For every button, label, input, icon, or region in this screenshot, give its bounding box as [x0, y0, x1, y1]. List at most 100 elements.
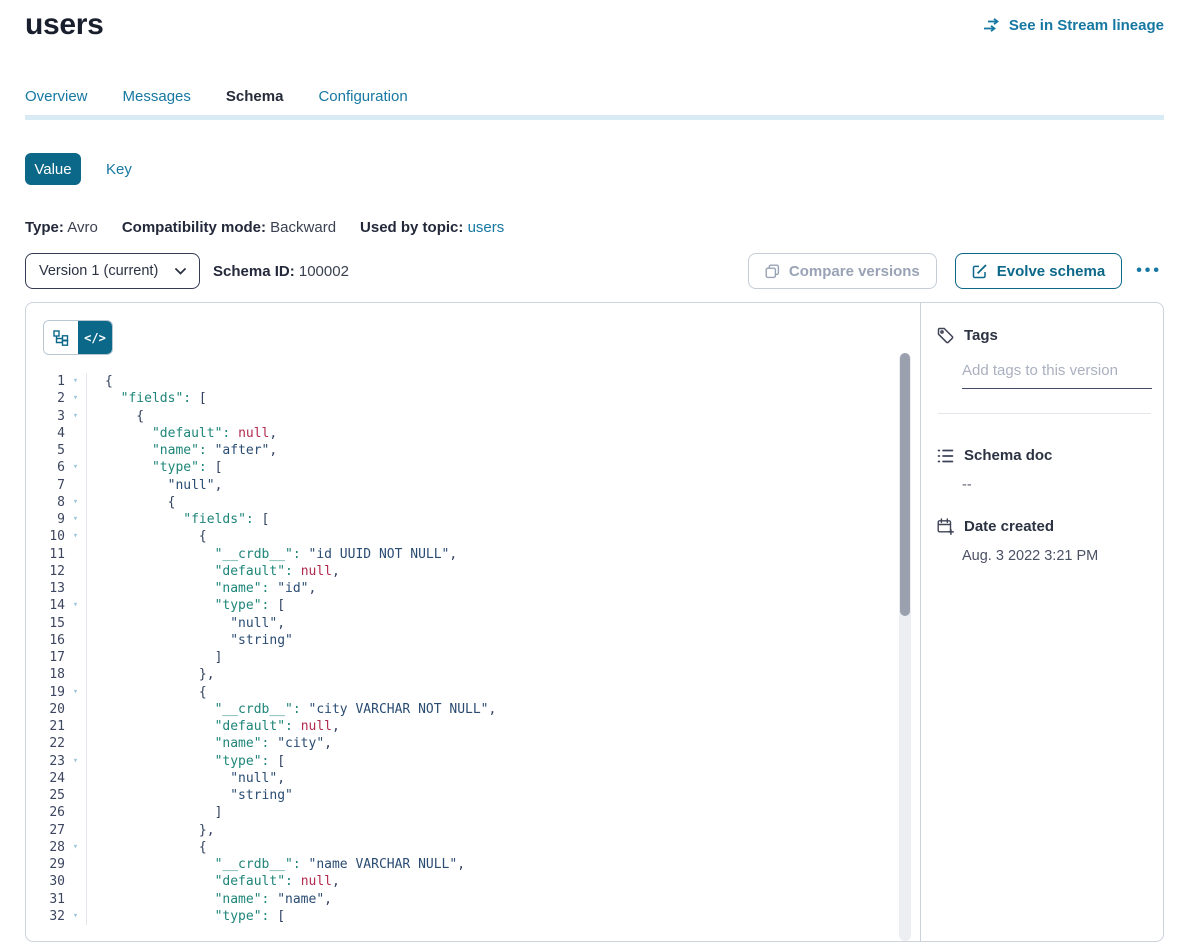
- code-text: "type": [: [87, 459, 222, 476]
- line-number: 9: [26, 511, 65, 528]
- line-number: 5: [26, 442, 65, 459]
- compatibility-value: Backward: [270, 219, 336, 236]
- tags-input[interactable]: [962, 358, 1152, 389]
- schema-doc-value: --: [962, 477, 1149, 493]
- fold-gutter: [65, 563, 87, 580]
- code-line: 3▾ {: [26, 408, 890, 425]
- code-view-button[interactable]: </>: [78, 321, 112, 354]
- line-number: 10: [26, 528, 65, 545]
- fold-gutter: [65, 804, 87, 821]
- key-toggle-button[interactable]: Key: [106, 161, 132, 178]
- code-line: 12 "default": null,: [26, 563, 890, 580]
- fold-toggle-icon[interactable]: ▾: [65, 597, 87, 614]
- line-number: 29: [26, 856, 65, 873]
- fold-toggle-icon[interactable]: ▾: [65, 373, 87, 390]
- tab-underline-bar: [25, 115, 1164, 120]
- fold-gutter: [65, 546, 87, 563]
- schema-id-value: 100002: [299, 263, 349, 280]
- line-number: 18: [26, 666, 65, 683]
- page-header: users See in Stream lineage: [25, 8, 1164, 42]
- used-by-topic-label: Used by topic:: [360, 219, 463, 236]
- fold-toggle-icon[interactable]: ▾: [65, 459, 87, 476]
- line-number: 13: [26, 580, 65, 597]
- fold-toggle-icon[interactable]: ▾: [65, 390, 87, 407]
- code-line: 14▾ "type": [: [26, 597, 890, 614]
- fold-gutter: [65, 891, 87, 908]
- code-view-icon: </>: [84, 331, 106, 345]
- fold-toggle-icon[interactable]: ▾: [65, 908, 87, 925]
- code-text: "string": [87, 787, 293, 804]
- line-number: 15: [26, 615, 65, 632]
- code-text: "type": [: [87, 753, 285, 770]
- fold-toggle-icon[interactable]: ▾: [65, 408, 87, 425]
- line-number: 7: [26, 477, 65, 494]
- editor-scrollbar-track[interactable]: [899, 353, 911, 941]
- editor-scrollbar-thumb[interactable]: [900, 353, 910, 616]
- code-text: "null",: [87, 770, 285, 787]
- fold-toggle-icon[interactable]: ▾: [65, 511, 87, 528]
- fold-gutter: [65, 580, 87, 597]
- chevron-down-icon: [175, 268, 186, 275]
- tab-schema[interactable]: Schema: [226, 88, 287, 109]
- tab-configuration[interactable]: Configuration: [318, 88, 410, 109]
- code-line: 10▾ {: [26, 528, 890, 545]
- code-line: 31 "name": "name",: [26, 891, 890, 908]
- code-text: "default": null,: [87, 718, 340, 735]
- fold-gutter: [65, 856, 87, 873]
- page-title: users: [25, 8, 104, 42]
- see-in-stream-lineage-link[interactable]: See in Stream lineage: [983, 17, 1164, 34]
- version-toolbar: Version 1 (current) Schema ID: 100002 Co…: [25, 253, 1164, 289]
- code-text: "type": [: [87, 597, 285, 614]
- fold-gutter: [65, 632, 87, 649]
- line-number: 4: [26, 425, 65, 442]
- fold-gutter: [65, 477, 87, 494]
- code-text: "null",: [87, 615, 285, 632]
- code-line: 24 "null",: [26, 770, 890, 787]
- code-line: 9▾ "fields": [: [26, 511, 890, 528]
- tab-overview[interactable]: Overview: [25, 88, 91, 109]
- line-number: 32: [26, 908, 65, 925]
- topic-users-link[interactable]: users: [468, 219, 505, 236]
- stream-lineage-icon: [983, 18, 1001, 32]
- code-text: {: [87, 373, 113, 390]
- fold-gutter: [65, 615, 87, 632]
- code-line: 28▾ {: [26, 839, 890, 856]
- compatibility-label: Compatibility mode:: [122, 219, 266, 236]
- tab-messages[interactable]: Messages: [123, 88, 194, 109]
- code-text: ]: [87, 649, 222, 666]
- code-text: {: [87, 839, 207, 856]
- code-editor[interactable]: 1▾{2▾ "fields": [3▾ {4 "default": null,5…: [26, 373, 890, 925]
- line-number: 25: [26, 787, 65, 804]
- fold-toggle-icon[interactable]: ▾: [65, 494, 87, 511]
- fold-toggle-icon[interactable]: ▾: [65, 684, 87, 701]
- value-toggle-button[interactable]: Value: [25, 153, 81, 185]
- code-line: 7 "null",: [26, 477, 890, 494]
- code-line: 6▾ "type": [: [26, 459, 890, 476]
- code-line: 19▾ {: [26, 684, 890, 701]
- line-number: 3: [26, 408, 65, 425]
- version-select-value: Version 1 (current): [39, 263, 158, 279]
- more-options-button[interactable]: •••: [1134, 262, 1164, 280]
- code-text: "name": "name",: [87, 891, 332, 908]
- code-line: 2▾ "fields": [: [26, 390, 890, 407]
- compare-versions-button[interactable]: Compare versions: [748, 253, 937, 289]
- code-text: "default": null,: [87, 425, 277, 442]
- fold-gutter: [65, 649, 87, 666]
- fold-toggle-icon[interactable]: ▾: [65, 528, 87, 545]
- fold-gutter: [65, 787, 87, 804]
- lineage-link-label: See in Stream lineage: [1009, 17, 1164, 34]
- code-text: },: [87, 666, 215, 683]
- line-number: 16: [26, 632, 65, 649]
- fold-toggle-icon[interactable]: ▾: [65, 753, 87, 770]
- version-select[interactable]: Version 1 (current): [25, 253, 200, 289]
- edit-pencil-icon: [972, 263, 988, 279]
- type-label: Type:: [25, 219, 64, 236]
- code-text: "default": null,: [87, 873, 340, 890]
- code-text: {: [87, 494, 175, 511]
- code-line: 8▾ {: [26, 494, 890, 511]
- fold-toggle-icon[interactable]: ▾: [65, 839, 87, 856]
- line-number: 27: [26, 822, 65, 839]
- sidebar-divider: [938, 413, 1151, 414]
- tree-view-button[interactable]: [44, 321, 78, 354]
- evolve-schema-button[interactable]: Evolve schema: [955, 253, 1122, 289]
